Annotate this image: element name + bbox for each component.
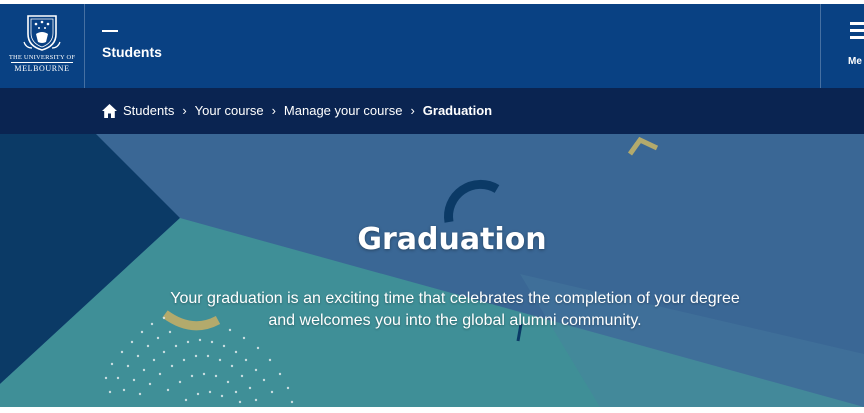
breadcrumb-item-students[interactable]: Students	[102, 103, 174, 118]
breadcrumb-item-manage-your-course[interactable]: Manage your course	[284, 103, 403, 118]
breadcrumb-item-graduation: Graduation	[422, 103, 493, 118]
intro-line-1: Your graduation is an exciting time that…	[170, 290, 740, 307]
hero-banner: Graduation Your graduation is an excitin…	[0, 134, 864, 407]
site-title[interactable]: Students	[102, 44, 162, 60]
hamburger-icon	[850, 22, 864, 43]
logo-line2: MELBOURNE	[14, 64, 70, 73]
page-intro: Your graduation is an exciting time that…	[140, 288, 770, 332]
crest-icon	[23, 15, 61, 51]
menu-button[interactable]: Me	[820, 4, 864, 88]
home-icon	[102, 103, 117, 118]
chevron-right-icon: ›	[410, 103, 415, 118]
site-title-accent	[102, 30, 118, 32]
site-header: THE UNIVERSITY OF MELBOURNE Students Me	[0, 4, 864, 88]
chevron-right-icon: ›	[271, 103, 276, 118]
logo-divider	[11, 62, 73, 63]
breadcrumb: Students › Your course › Manage your cou…	[102, 103, 492, 118]
breadcrumb-item-your-course[interactable]: Your course	[195, 103, 264, 118]
logo-line1: THE UNIVERSITY OF	[8, 54, 76, 61]
page-title: Graduation	[357, 222, 547, 257]
menu-label: Me	[848, 56, 862, 67]
chevron-right-icon: ›	[182, 103, 187, 118]
university-logo[interactable]: THE UNIVERSITY OF MELBOURNE	[0, 4, 85, 88]
page-bottom-edge	[0, 407, 864, 413]
breadcrumb-bar: Students › Your course › Manage your cou…	[0, 88, 864, 134]
hero-background	[0, 134, 864, 407]
breadcrumb-label: Students	[123, 103, 175, 118]
intro-line-2: and welcomes you into the global alumni …	[268, 312, 642, 329]
